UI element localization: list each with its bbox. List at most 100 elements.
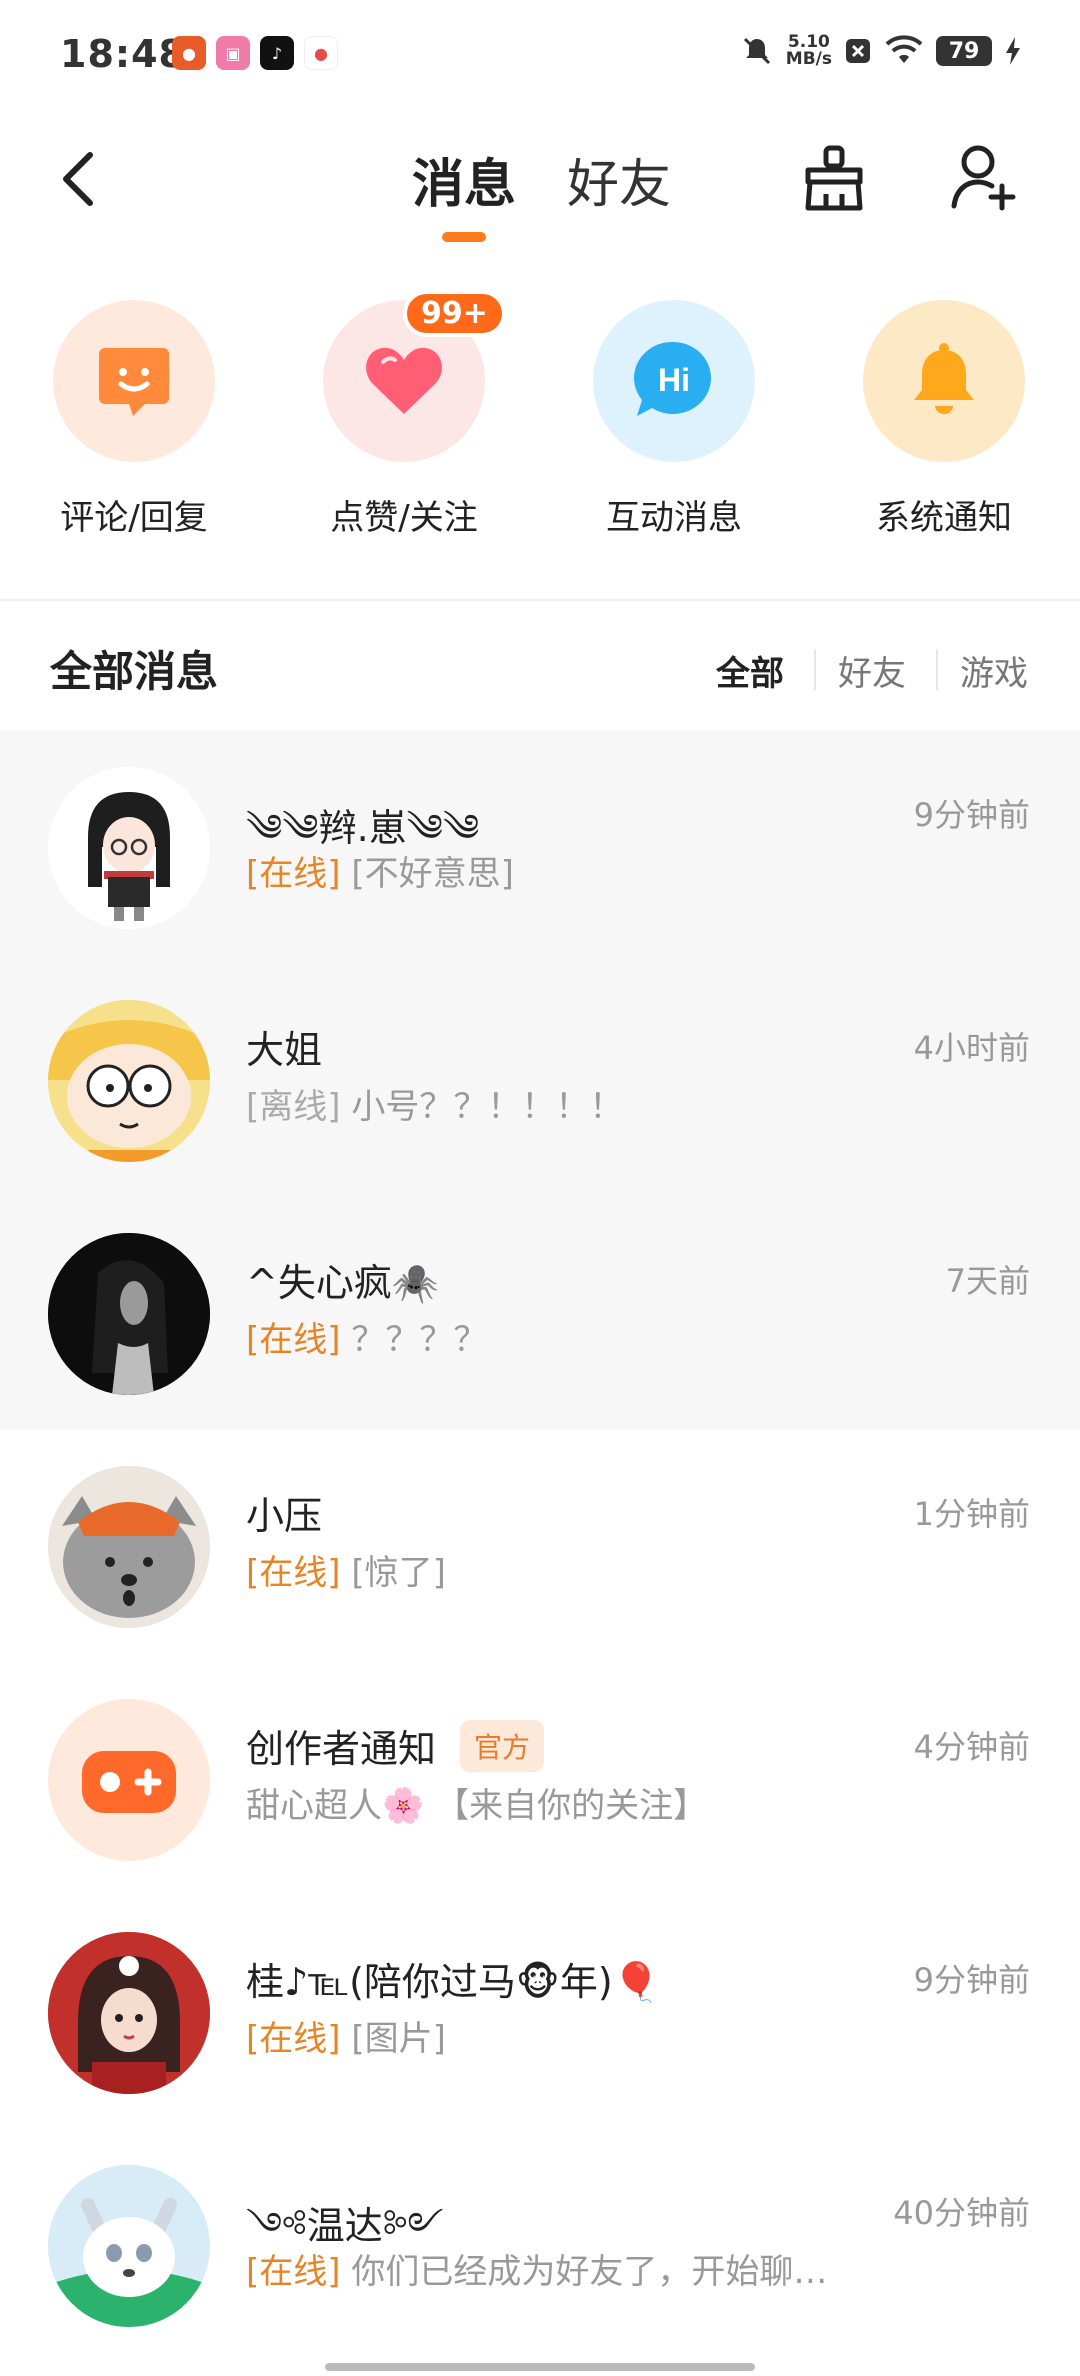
contact-name: 大姐	[246, 1028, 323, 1072]
avatar-art	[48, 2165, 210, 2327]
message-time: 4小时前	[913, 1029, 1030, 1067]
comment-bubble-glyph	[99, 348, 169, 416]
contact-name: 小压	[246, 1494, 323, 1538]
offline-status: [离线]	[246, 1087, 341, 1127]
filter-separator	[814, 650, 816, 690]
online-status: [在线]	[246, 2252, 341, 2292]
notification-app-icons: ● ▣ ♪ ●	[172, 36, 338, 70]
food-app-icon: ●	[172, 36, 206, 70]
contact-name: 创作者通知	[246, 1727, 437, 1771]
conversation-row[interactable]: ^失心疯🕷️ 7天前 [在线] ？？？？	[0, 1196, 1080, 1429]
conversation-row[interactable]: 小压 1分钟前 [在线] [惊了]	[0, 1429, 1080, 1662]
speed-unit: MB/s	[785, 49, 832, 69]
message-preview: 甜心超人🌸 【来自你的关注】	[246, 1778, 707, 1827]
shortcut-label: 系统通知	[876, 498, 1012, 538]
filter-all[interactable]: 全部	[716, 646, 784, 695]
conversation-row[interactable]: 桂♪℡(陪你过马🐵年)🎈 9分钟前 [在线] [图片]	[0, 1895, 1080, 2128]
wifi-icon	[885, 35, 923, 63]
shortcut-label: 互动消息	[606, 498, 742, 538]
network-speed: 5.10 MB/s	[786, 34, 832, 68]
message-time: 40分钟前	[893, 2194, 1030, 2232]
filter-games[interactable]: 游戏	[960, 646, 1028, 695]
comment-bubble-icon	[53, 300, 215, 462]
section-divider	[0, 599, 1080, 601]
grey-wolf-avatar	[48, 1466, 210, 1628]
status-bar: 18:48 ● ▣ ♪ ● 5.10 MB/s 79	[0, 0, 1080, 110]
dark-portrait-avatar	[48, 1233, 210, 1395]
heart-glyph	[366, 347, 442, 414]
shortcut-system-notices[interactable]: 系统通知	[834, 300, 1054, 539]
anime-girl-avatar	[48, 767, 210, 929]
gamepad-avatar	[48, 1699, 210, 1861]
message-preview: [在线] [不好意思]	[246, 846, 514, 895]
add-friend-button[interactable]	[948, 140, 1020, 212]
red-dress-girl-avatar	[48, 1932, 210, 2094]
online-status: [在线]	[246, 854, 341, 894]
bell-icon	[863, 300, 1025, 462]
avatar-art	[48, 1466, 210, 1628]
official-badge: 官方	[460, 1719, 545, 1772]
conversation-row[interactable]: 创作者通知 官方 4分钟前 甜心超人🌸 【来自你的关注】	[0, 1662, 1080, 1895]
hi-text: Hi	[658, 362, 690, 398]
filter-separator	[936, 650, 938, 690]
broom-icon	[805, 145, 863, 211]
conversation-title: 大姐	[246, 1019, 322, 1074]
message-preview: [在线] 你们已经成为好友了，开始聊…	[246, 2244, 827, 2293]
message-preview: [在线] [惊了]	[246, 1545, 446, 1594]
preview-text: ？？？？	[340, 1320, 488, 1360]
battery-indicator: 79	[936, 36, 992, 66]
conversation-row[interactable]: 大姐 4小时前 [离线] 小号？？！！！！	[0, 963, 1080, 1196]
preview-text: 你们已经成为好友了，开始聊…	[340, 2252, 828, 2292]
bell-glyph	[914, 343, 974, 414]
conversation-row[interactable]: ༺温达༻ 40分钟前 [在线] 你们已经成为好友了，开始聊…	[0, 2128, 1080, 2361]
mute-bell-icon	[743, 37, 770, 65]
gamepad-icon	[48, 1699, 210, 1861]
tab-friends[interactable]: 好友	[567, 142, 671, 217]
contact-name: ^失心疯🕷️	[246, 1261, 440, 1305]
messages-page: 18:48 ● ▣ ♪ ● 5.10 MB/s 79 消息 好友 评论/回复 9…	[0, 0, 1080, 2376]
shortcut-interactions[interactable]: Hi 互动消息	[564, 300, 784, 539]
contact-name: 桂♪℡(陪你过马🐵年)🎈	[246, 1960, 660, 2004]
home-indicator[interactable]	[325, 2363, 755, 2371]
message-time: 9分钟前	[913, 1961, 1030, 1999]
preview-text: 甜心超人🌸 【来自你的关注】	[246, 1786, 708, 1826]
shortcut-label: 点赞/关注	[330, 498, 478, 538]
shortcut-likes-follows[interactable]: 99+ 点赞/关注	[294, 290, 514, 539]
filter-friends[interactable]: 好友	[838, 646, 906, 695]
preview-text: [图片]	[340, 2019, 446, 2059]
all-messages-header: 全部消息 全部 好友 游戏	[0, 602, 1080, 730]
hi-bubble-icon: Hi	[593, 300, 755, 462]
conversation-row[interactable]: ༄༄辫.崽༄༄ 9分钟前 [在线] [不好意思]	[0, 730, 1080, 963]
active-tab-indicator	[442, 232, 486, 242]
clear-messages-button[interactable]	[798, 142, 870, 214]
message-time: 4分钟前	[913, 1728, 1030, 1766]
online-status: [在线]	[246, 2019, 341, 2059]
white-fox-avatar	[48, 2165, 210, 2327]
shortcut-comments[interactable]: 评论/回复	[24, 300, 244, 539]
conversation-title: 桂♪℡(陪你过马🐵年)🎈	[246, 1951, 660, 2006]
preview-text: 小号？？！！！！	[340, 1087, 624, 1127]
message-category-shortcuts: 评论/回复 99+ 点赞/关注 Hi 互动消息 系统通知	[0, 290, 1080, 550]
back-button[interactable]	[48, 144, 108, 214]
preview-text: [不好意思]	[340, 854, 514, 894]
avatar-art	[48, 1932, 210, 2094]
shortcut-label: 评论/回复	[60, 498, 208, 538]
message-time: 7天前	[945, 1262, 1030, 1300]
hi-bubble-glyph: Hi	[634, 341, 711, 416]
bilibili-icon: ▣	[216, 36, 250, 70]
conversation-title: 小压	[246, 1485, 322, 1540]
unread-badge: 99+	[403, 290, 506, 337]
add-user-icon	[951, 145, 1016, 211]
avatar-art	[48, 767, 210, 929]
section-title: 全部消息	[50, 647, 219, 696]
status-time: 18:48	[60, 32, 186, 76]
message-preview: [在线] ？？？？	[246, 1312, 487, 1361]
tab-messages[interactable]: 消息	[412, 142, 516, 217]
conversation-title: 创作者通知 官方	[246, 1718, 545, 1773]
message-time: 9分钟前	[913, 796, 1030, 834]
map-pin-icon: ●	[304, 36, 338, 70]
heart-icon: 99+	[323, 290, 506, 462]
cartoon-boy-avatar	[48, 1000, 210, 1162]
top-nav: 消息 好友	[0, 110, 1080, 260]
tiktok-icon: ♪	[260, 36, 294, 70]
